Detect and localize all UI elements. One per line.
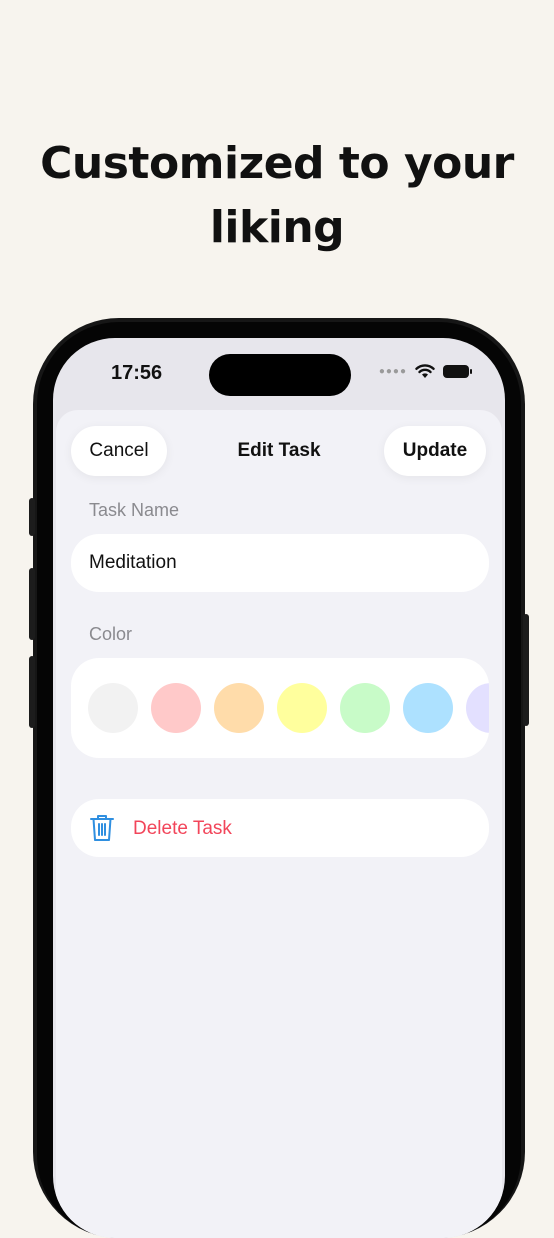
color-swatch[interactable]: [340, 683, 390, 733]
color-label: Color: [89, 624, 133, 644]
task-name-input[interactable]: Meditation: [71, 534, 489, 592]
color-swatch[interactable]: [403, 683, 453, 733]
trash-icon: [90, 815, 114, 841]
delete-task-button[interactable]: Delete Task: [71, 799, 489, 857]
status-time: 17:56: [111, 362, 163, 384]
dynamic-island: [209, 354, 351, 396]
color-swatch[interactable]: [466, 683, 489, 733]
color-swatch[interactable]: [214, 683, 264, 733]
task-name-value: Meditation: [89, 552, 177, 573]
side-button-volume-up: [29, 568, 35, 640]
delete-task-label: Delete Task: [133, 818, 232, 839]
color-picker[interactable]: [71, 658, 489, 758]
edit-task-sheet: Cancel Edit Task Update Task Name Medita…: [56, 410, 502, 1238]
headline-line-2: liking: [209, 202, 345, 253]
phone-screen: 17:56 ●●●● Cancel Edit Task Update Task …: [53, 338, 505, 1238]
side-button-mute: [29, 498, 35, 536]
update-button[interactable]: Update: [384, 426, 486, 476]
headline-line-1: Customized to your: [40, 138, 514, 189]
wifi-icon: [415, 364, 435, 378]
color-swatch[interactable]: [88, 683, 138, 733]
side-button-volume-down: [29, 656, 35, 728]
battery-icon: [443, 365, 472, 378]
side-button-power: [523, 614, 529, 726]
task-name-label: Task Name: [89, 500, 180, 520]
color-swatch-list: [88, 683, 489, 733]
color-swatch[interactable]: [277, 683, 327, 733]
status-icons: ●●●●: [378, 364, 472, 379]
color-swatch[interactable]: [151, 683, 201, 733]
signal-icon: ●●●●: [378, 366, 407, 377]
marketing-headline: Customized to your liking: [0, 132, 554, 260]
